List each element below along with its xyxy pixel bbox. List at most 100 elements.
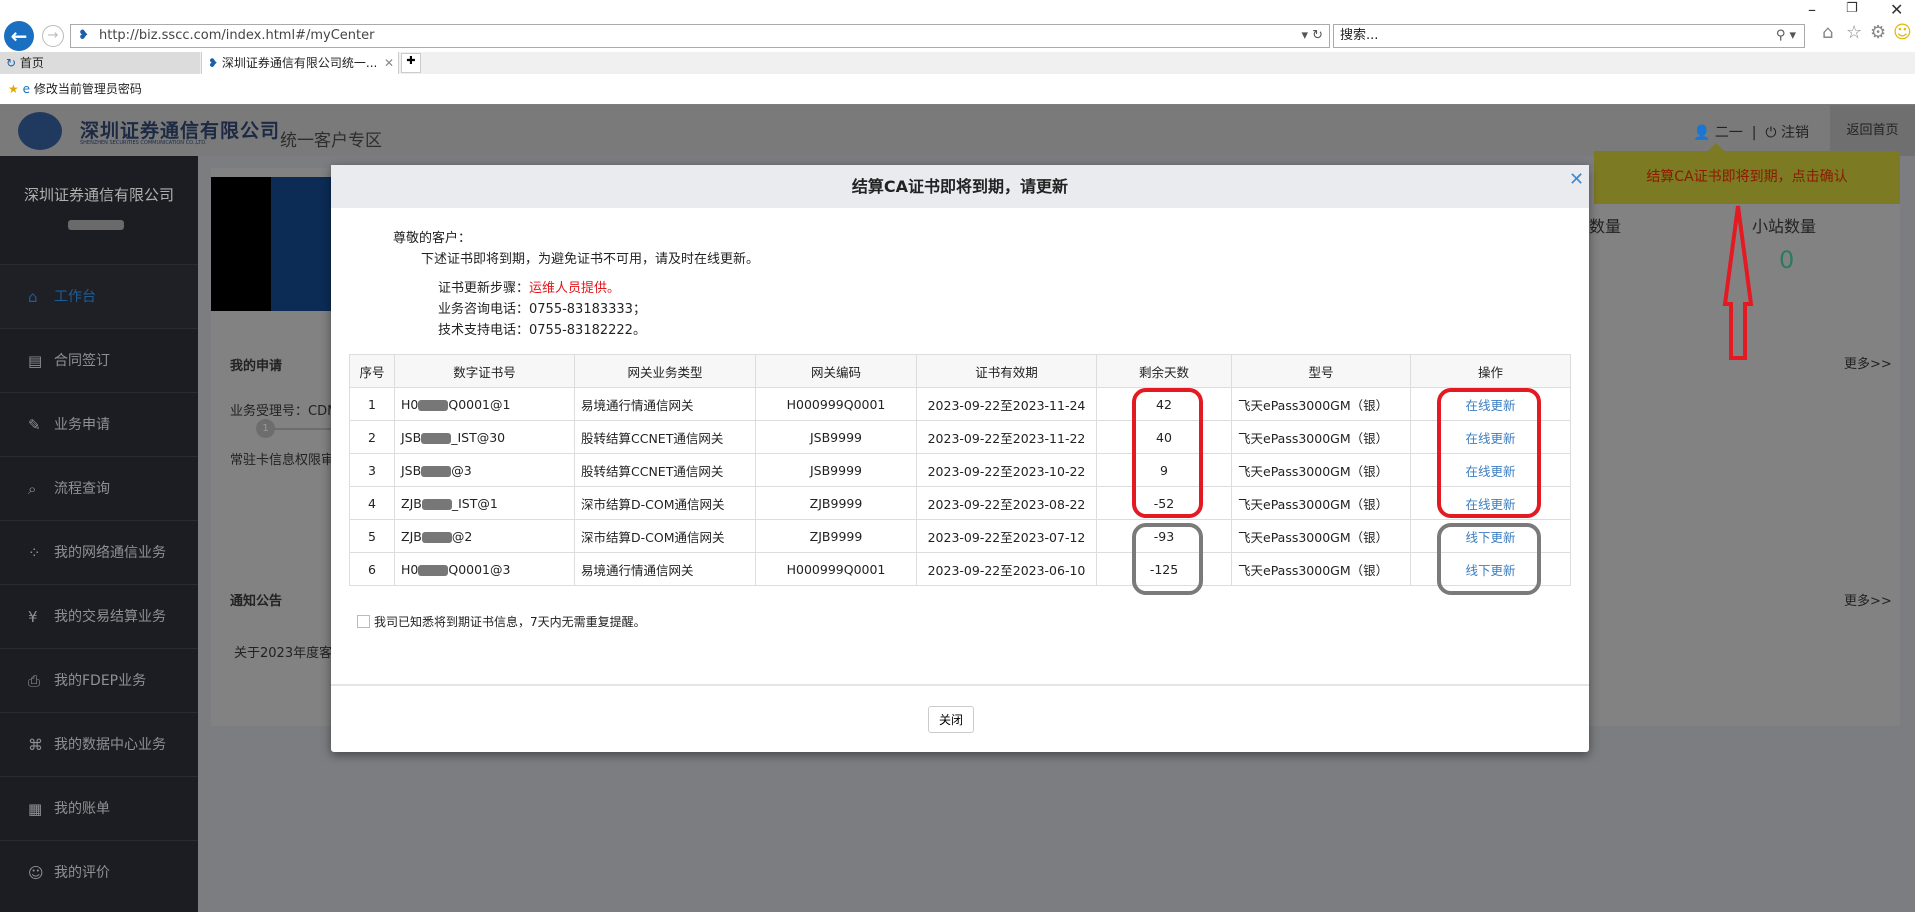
sidebar-item-label: 我的账单 bbox=[54, 801, 110, 817]
sidebar-item-label: 我的交易结算业务 bbox=[54, 609, 166, 625]
sidebar-item-label: 流程查询 bbox=[54, 481, 110, 497]
dialog-title: 结算CA证书即将到期，请更新 bbox=[331, 165, 1589, 208]
notice-item[interactable]: 关于2023年度客户 bbox=[234, 642, 345, 661]
cert-number: H0 Q0001@3 bbox=[394, 552, 575, 586]
minimize-button[interactable]: – bbox=[1808, 0, 1816, 19]
close-button[interactable]: 关闭 bbox=[928, 706, 974, 733]
steps-label: 证书更新步骤： bbox=[438, 281, 530, 296]
address-bar[interactable]: ❥ http://biz.sscc.com/index.html#/myCente… bbox=[70, 24, 1330, 48]
validity-period: 2023-09-22至2023-07-12 bbox=[916, 519, 1097, 553]
sidebar-item-2[interactable]: ✎ 业务申请 bbox=[0, 392, 198, 456]
validity-period: 2023-09-22至2023-10-22 bbox=[916, 453, 1097, 487]
checkbox[interactable] bbox=[357, 615, 370, 628]
search-icon[interactable]: ⚲ ▾ bbox=[1776, 25, 1796, 47]
stat-label-partial: 数量 bbox=[1589, 217, 1622, 236]
red-arrow-annotation bbox=[1722, 205, 1754, 360]
home-icon[interactable]: ⌂ bbox=[1822, 22, 1833, 43]
sidebar-item-3[interactable]: ⌕ 流程查询 bbox=[0, 456, 198, 520]
gateway-type: 易境通行情通信网关 bbox=[574, 552, 756, 586]
gray-highlight-actions bbox=[1437, 523, 1541, 595]
device-model: 飞天ePass3000GM（银） bbox=[1231, 420, 1411, 454]
refresh-icon[interactable]: ▾ ↻ bbox=[1301, 25, 1323, 47]
sidebar-item-label: 工作台 bbox=[54, 289, 96, 305]
sidebar-item-9[interactable]: ☺ 我的评价 bbox=[0, 840, 198, 904]
row-number: 3 bbox=[349, 453, 395, 487]
sidebar-item-1[interactable]: ▤ 合同签订 bbox=[0, 328, 198, 392]
column-header: 序号 bbox=[349, 354, 395, 388]
forward-button[interactable]: → bbox=[42, 25, 64, 47]
restore-button[interactable]: ❐ bbox=[1846, 1, 1858, 16]
business-phone: 业务咨询电话：0755-83183333； bbox=[438, 302, 646, 317]
redacted-mask bbox=[421, 432, 452, 444]
column-header: 数字证书号 bbox=[394, 354, 575, 388]
sidebar-item-0[interactable]: ⌂ 工作台 bbox=[0, 264, 198, 328]
ie-page-icon: e bbox=[22, 82, 30, 96]
settings-gear-icon[interactable]: ⚙ bbox=[1870, 22, 1886, 43]
cert-number: ZJB _IST@1 bbox=[394, 486, 575, 520]
greeting: 尊敬的客户： bbox=[393, 231, 472, 246]
more-notices-link[interactable]: 更多>> bbox=[1844, 590, 1892, 609]
table-row: 5 ZJB @2 深市结算D-COM通信网关 ZJB9999 2023-09-22至202… bbox=[349, 519, 1571, 553]
banner-image bbox=[211, 177, 331, 311]
favorite-link[interactable]: ★ e 修改当前管理员密码 bbox=[8, 80, 142, 97]
ie-icon: ↻ bbox=[6, 56, 20, 70]
cert-number: H0 Q0001@1 bbox=[394, 387, 575, 421]
gateway-type: 易境通行情通信网关 bbox=[574, 387, 756, 421]
return-home-link[interactable]: 返回首页 bbox=[1830, 105, 1915, 156]
sidebar-item-7[interactable]: ⌘ 我的数据中心业务 bbox=[0, 712, 198, 776]
user-name[interactable]: 二一 bbox=[1715, 125, 1743, 141]
search-placeholder: 搜索... bbox=[1340, 28, 1379, 43]
sidebar-company: 深圳证券通信有限公司 bbox=[23, 186, 174, 204]
cert-prefix: H0 bbox=[401, 561, 419, 577]
tab-active[interactable]: ❥ 深圳证券通信有限公司统一... ✕ bbox=[201, 52, 399, 74]
smiley-feedback-icon[interactable]: ☺ bbox=[1893, 22, 1912, 43]
close-window-button[interactable]: ✕ bbox=[1890, 0, 1903, 19]
yuan-icon: ¥ bbox=[28, 608, 38, 626]
cert-prefix: JSB bbox=[401, 462, 422, 478]
close-icon[interactable]: ✕ bbox=[1569, 169, 1584, 190]
sidebar-item-5[interactable]: ¥ 我的交易结算业务 bbox=[0, 584, 198, 648]
sidebar-item-label: 我的FDEP业务 bbox=[54, 673, 147, 689]
table-row: 6 H0 Q0001@3 易境通行情通信网关 H000999Q0001 2023-09-2… bbox=[349, 552, 1571, 586]
back-button[interactable]: ← bbox=[4, 21, 34, 51]
row-number: 4 bbox=[349, 486, 395, 520]
new-tab-button[interactable]: ✚ bbox=[401, 53, 421, 73]
sidebar-item-4[interactable]: ⁘ 我的网络通信业务 bbox=[0, 520, 198, 584]
gateway-code: H000999Q0001 bbox=[755, 387, 917, 421]
application-item[interactable]: 常驻卡信息权限审 bbox=[230, 449, 334, 468]
cert-expiry-tooltip[interactable]: 结算CA证书即将到期，点击确认 bbox=[1594, 143, 1900, 204]
sidebar-item-6[interactable]: ⎙ 我的FDEP业务 bbox=[0, 648, 198, 712]
tab-home[interactable]: ↻ 首页 bbox=[0, 52, 200, 74]
gateway-type: 股转结算CCNET通信网关 bbox=[574, 453, 756, 487]
validity-period: 2023-09-22至2023-06-10 bbox=[916, 552, 1097, 586]
cert-suffix: Q0001@1 bbox=[448, 396, 511, 412]
cert-prefix: H0 bbox=[401, 396, 419, 412]
cert-suffix: _IST@1 bbox=[451, 495, 498, 511]
sidebar-item-8[interactable]: ▦ 我的账单 bbox=[0, 776, 198, 840]
cert-prefix: ZJB bbox=[401, 495, 422, 511]
device-model: 飞天ePass3000GM（银） bbox=[1231, 519, 1411, 553]
sidebar-item-label: 我的评价 bbox=[54, 865, 110, 881]
cert-expiry-dialog: 结算CA证书即将到期，请更新 ✕ 尊敬的客户： 下述证书即将到期，为避免证书不可… bbox=[331, 165, 1589, 752]
close-tab-icon[interactable]: ✕ bbox=[384, 52, 394, 74]
my-applications-heading: 我的申请 bbox=[230, 359, 283, 374]
table-header-row: 序号 数字证书号 网关业务类型 网关编码 证书有效期 剩余天数 型号 操作 bbox=[349, 354, 1571, 388]
favorite-label: 修改当前管理员密码 bbox=[33, 82, 142, 96]
gateway-code: ZJB9999 bbox=[755, 486, 917, 520]
sidebar-item-label: 合同签订 bbox=[54, 353, 110, 369]
favorites-star-icon[interactable]: ☆ bbox=[1846, 22, 1862, 43]
validity-period: 2023-09-22至2023-08-22 bbox=[916, 486, 1097, 520]
cert-number: ZJB @2 bbox=[394, 519, 575, 553]
gateway-code: JSB9999 bbox=[755, 420, 917, 454]
sidebar-user-masked bbox=[68, 220, 124, 230]
dismiss-label: 我司已知悉将到期证书信息，7天内无需重复提醒。 bbox=[374, 615, 646, 629]
step-line bbox=[275, 428, 331, 430]
dismiss-checkbox[interactable]: 我司已知悉将到期证书信息，7天内无需重复提醒。 bbox=[357, 613, 646, 630]
more-applications-link[interactable]: 更多>> bbox=[1844, 353, 1892, 372]
user-area: 👤 二一 | ⏻ 注销 bbox=[1693, 125, 1809, 141]
certificate-table: 序号 数字证书号 网关业务类型 网关编码 证书有效期 剩余天数 型号 操作 1 H0 Q0001@… bbox=[349, 354, 1571, 586]
search-input[interactable]: 搜索... ⚲ ▾ bbox=[1333, 24, 1805, 48]
power-icon: ⏻ bbox=[1765, 125, 1777, 141]
logout-link[interactable]: 注销 bbox=[1781, 125, 1809, 141]
column-header: 证书有效期 bbox=[916, 354, 1097, 388]
